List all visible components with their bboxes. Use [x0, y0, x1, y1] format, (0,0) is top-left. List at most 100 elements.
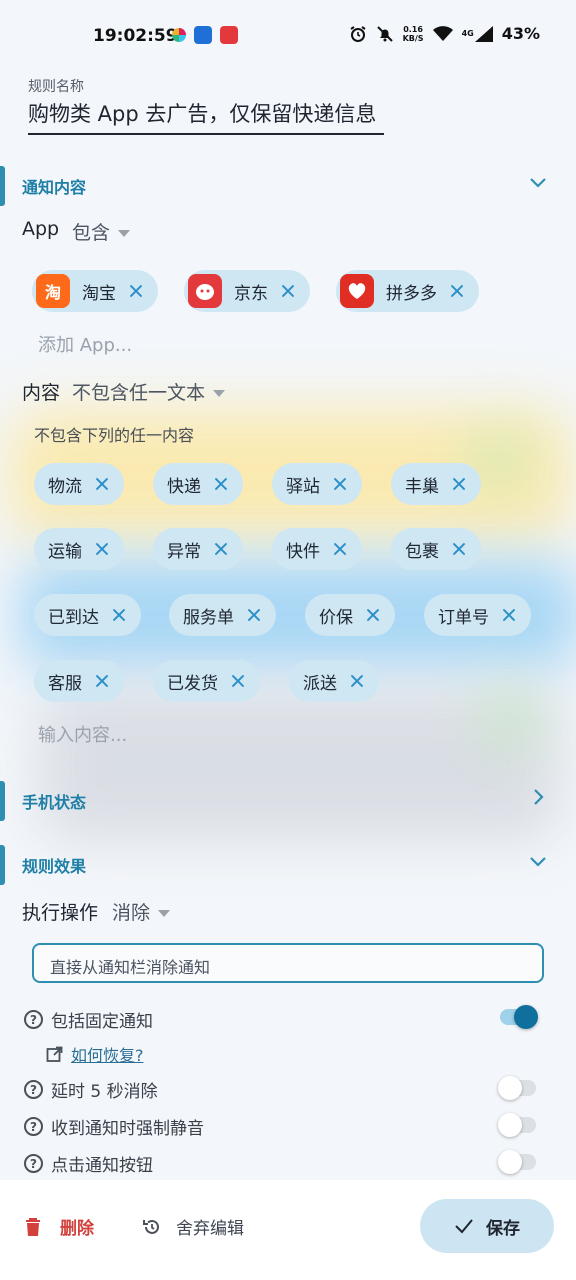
remove-icon[interactable] [332, 541, 348, 557]
keyword-chip[interactable]: 已到达 [34, 594, 141, 636]
status-time: 19:02:59 [93, 26, 178, 46]
option-force-mute[interactable]: ? 收到通知时强制静音 [24, 1114, 204, 1139]
discard-edit-button[interactable]: 舍弃编辑 [142, 1214, 244, 1239]
option-delay-dismiss[interactable]: ? 延时 5 秒消除 [24, 1077, 158, 1102]
dropdown-arrow-icon [158, 910, 171, 917]
remove-icon[interactable] [365, 607, 381, 623]
remove-icon[interactable] [230, 673, 246, 689]
keyword-chip[interactable]: 快递 [153, 463, 243, 505]
section-accent-bar [0, 845, 5, 885]
keyword-chip[interactable]: 丰巢 [391, 463, 481, 505]
remove-icon[interactable] [449, 283, 465, 299]
keyword-chip[interactable]: 订单号 [424, 594, 531, 636]
keyword-chip[interactable]: 服务单 [169, 594, 276, 636]
remove-icon[interactable] [349, 673, 365, 689]
network-type: 4G [461, 29, 474, 38]
section-rule-effect[interactable]: 规则效果 [0, 839, 576, 885]
keyword-label: 物流 [48, 476, 82, 497]
content-filter-mode-dropdown[interactable]: 不包含任一文本 [72, 378, 226, 405]
section-title: 手机状态 [22, 793, 87, 812]
remove-icon[interactable] [94, 541, 110, 557]
option-click-button[interactable]: ? 点击通知按钮 [24, 1151, 153, 1176]
chevron-right-icon [534, 789, 544, 805]
option-label: 收到通知时强制静音 [51, 1119, 204, 1139]
remove-icon[interactable] [213, 541, 229, 557]
keyword-chip[interactable]: 客服 [34, 660, 124, 702]
keyword-input[interactable]: 输入内容... [38, 721, 127, 747]
content-filter-mode-value: 不包含任一文本 [72, 382, 206, 404]
status-app-icons [172, 26, 238, 44]
keyword-label: 已到达 [48, 607, 99, 628]
keyword-chip[interactable]: 派送 [289, 660, 379, 702]
remove-icon[interactable] [332, 476, 348, 492]
app-filter-label: App [22, 218, 60, 240]
toggle-knob [498, 1113, 522, 1137]
keyword-chip[interactable]: 包裹 [391, 528, 481, 570]
check-icon [455, 1219, 473, 1234]
help-icon[interactable]: ? [24, 1154, 43, 1173]
keyword-chip[interactable]: 物流 [34, 463, 124, 505]
toggle-knob [498, 1150, 522, 1174]
content-filter-label: 内容 [22, 382, 61, 404]
app-filter-mode-dropdown[interactable]: 包含 [72, 218, 131, 245]
keyword-chip[interactable]: 异常 [153, 528, 243, 570]
remove-icon[interactable] [213, 476, 229, 492]
app-chip-pinduoduo[interactable]: 拼多多 [336, 270, 479, 312]
recover-link-label: 如何恢复? [71, 1046, 144, 1065]
delete-button[interactable]: 删除 [24, 1214, 94, 1239]
rule-name-input[interactable]: 购物类 App 去广告，仅保留快递信息 [28, 98, 384, 135]
help-icon[interactable]: ? [24, 1010, 43, 1029]
action-dropdown[interactable]: 消除 [112, 898, 171, 925]
discard-label: 舍弃编辑 [176, 1219, 244, 1239]
remove-icon[interactable] [280, 283, 296, 299]
keyword-label: 已发货 [167, 673, 218, 694]
wifi-icon [432, 25, 453, 41]
keyword-chip[interactable]: 价保 [305, 594, 395, 636]
toggle-force-mute[interactable] [498, 1113, 536, 1137]
battery-percent: 43% [501, 24, 540, 43]
section-accent-bar [0, 781, 5, 821]
toggle-delay-dismiss[interactable] [498, 1076, 536, 1100]
add-app-input[interactable]: 添加 App... [38, 331, 132, 357]
remove-icon[interactable] [501, 607, 517, 623]
remove-icon[interactable] [94, 476, 110, 492]
keyword-label: 快件 [286, 541, 320, 562]
network-speed: 0.16 KB/S [403, 25, 424, 43]
section-notify-content[interactable]: 通知内容 [0, 160, 576, 206]
remove-icon[interactable] [111, 607, 127, 623]
remove-icon[interactable] [128, 283, 144, 299]
help-icon[interactable]: ? [24, 1117, 43, 1136]
toggle-include-persistent[interactable] [500, 1005, 538, 1029]
keyword-chip[interactable]: 驿站 [272, 463, 362, 505]
dropdown-arrow-icon [118, 230, 131, 237]
remove-icon[interactable] [246, 607, 262, 623]
keyword-chip[interactable]: 快件 [272, 528, 362, 570]
save-button[interactable]: 保存 [420, 1199, 554, 1253]
option-include-persistent[interactable]: ? 包括固定通知 [24, 1007, 153, 1032]
keyword-label: 驿站 [286, 476, 320, 497]
help-icon[interactable]: ? [24, 1080, 43, 1099]
section-title: 规则效果 [22, 857, 87, 876]
keyword-label: 价保 [319, 607, 353, 628]
remove-icon[interactable] [451, 476, 467, 492]
delete-label: 删除 [60, 1219, 94, 1239]
remove-icon[interactable] [451, 541, 467, 557]
keyword-chip[interactable]: 已发货 [153, 660, 260, 702]
jd-icon [188, 274, 222, 308]
keyword-chip[interactable]: 运输 [34, 528, 124, 570]
message-app-icon [194, 26, 212, 44]
remove-icon[interactable] [94, 673, 110, 689]
alarm-icon [350, 25, 366, 42]
recover-link[interactable]: 如何恢复? [46, 1042, 144, 1066]
option-label: 点击通知按钮 [51, 1156, 153, 1176]
app-chip-jd[interactable]: 京东 [184, 270, 310, 312]
option-label: 延时 5 秒消除 [51, 1082, 158, 1102]
app-chip-label: 京东 [234, 283, 268, 304]
toggle-click-button[interactable] [498, 1150, 536, 1174]
action-description-field[interactable]: 直接从通知栏消除通知 [32, 943, 544, 983]
app-chip-taobao[interactable]: 淘 淘宝 [32, 270, 158, 312]
keyword-label: 客服 [48, 673, 82, 694]
keyword-label: 派送 [303, 673, 337, 694]
taobao-icon: 淘 [36, 274, 70, 308]
section-phone-state[interactable]: 手机状态 [0, 775, 576, 821]
